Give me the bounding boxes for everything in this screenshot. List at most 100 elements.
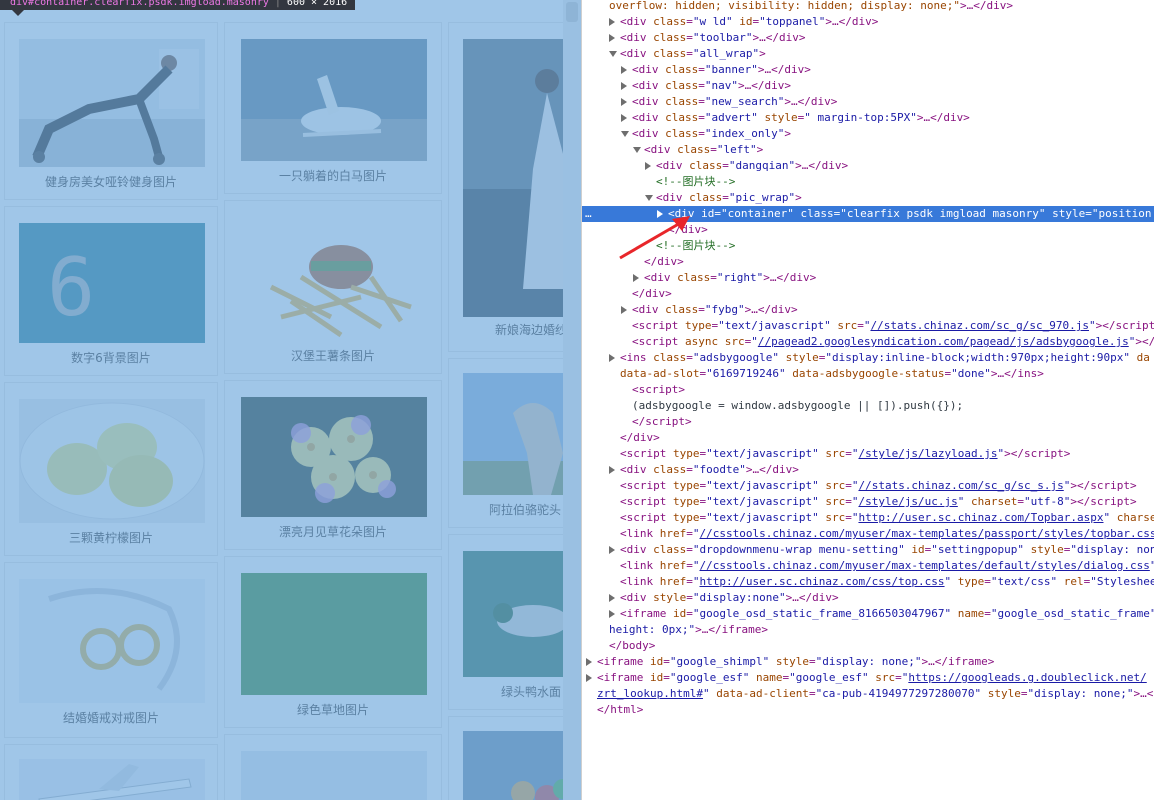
dom-node-line[interactable]: <div class="index_only"> bbox=[582, 126, 1154, 142]
dom-node-line[interactable]: data-ad-slot="6169719246" data-adsbygoog… bbox=[582, 366, 1154, 382]
expand-right-triangle-icon[interactable] bbox=[621, 66, 627, 74]
expand-right-triangle-icon[interactable] bbox=[609, 18, 615, 26]
dom-node-line[interactable]: <div class="foodte">…</div> bbox=[582, 462, 1154, 478]
dom-node-line[interactable]: <script type="text/javascript" src="//st… bbox=[582, 478, 1154, 494]
scrollbar-thumb[interactable] bbox=[566, 2, 578, 22]
image-card[interactable]: 绿头鸭水面 bbox=[448, 534, 578, 710]
card-caption[interactable]: 汉堡王薯条图片 bbox=[225, 347, 441, 364]
expand-right-triangle-icon[interactable] bbox=[609, 610, 615, 618]
dom-node-line[interactable]: </div> bbox=[582, 286, 1154, 302]
dom-node-line[interactable]: <link href="//csstools.chinaz.com/myuser… bbox=[582, 558, 1154, 574]
dom-node-line[interactable]: <iframe id="google_shimpl" style="displa… bbox=[582, 654, 1154, 670]
dom-node-line[interactable]: <script> bbox=[582, 382, 1154, 398]
card-image bbox=[241, 39, 427, 161]
card-image bbox=[19, 399, 205, 523]
card-caption[interactable]: 绿色草地图片 bbox=[225, 701, 441, 718]
dom-node-line[interactable]: <div class="w ld" id="toppanel">…</div> bbox=[582, 14, 1154, 30]
expand-right-triangle-icon[interactable] bbox=[609, 594, 615, 602]
expand-right-triangle-icon[interactable] bbox=[609, 466, 615, 474]
dom-node-line[interactable]: <div class="toolbar">…</div> bbox=[582, 30, 1154, 46]
expand-right-triangle-icon[interactable] bbox=[586, 658, 592, 666]
expand-right-triangle-icon[interactable] bbox=[609, 546, 615, 554]
dom-node-line[interactable]: </script> bbox=[582, 414, 1154, 430]
expand-right-triangle-icon[interactable] bbox=[621, 82, 627, 90]
dom-node-line[interactable]: <link href="http://user.sc.chinaz.com/cs… bbox=[582, 574, 1154, 590]
expand-right-triangle-icon[interactable] bbox=[657, 210, 663, 218]
expand-right-triangle-icon[interactable] bbox=[633, 274, 639, 282]
dom-node-line[interactable]: <div class="advert" style=" margin-top:5… bbox=[582, 110, 1154, 126]
image-card[interactable] bbox=[4, 744, 218, 800]
image-card[interactable]: 绿色草地图片 bbox=[224, 556, 442, 728]
dom-node-line[interactable]: height: 0px;">…</iframe> bbox=[582, 622, 1154, 638]
expand-right-triangle-icon[interactable] bbox=[621, 98, 627, 106]
dom-node-line[interactable]: zrt_lookup.html#" data-ad-client="ca-pub… bbox=[582, 686, 1154, 702]
image-card[interactable]: 结婚婚戒对戒图片 bbox=[4, 562, 218, 738]
image-card[interactable]: 三颗黄柠檬图片 bbox=[4, 382, 218, 556]
expand-right-triangle-icon[interactable] bbox=[621, 114, 627, 122]
card-caption[interactable]: 一只躺着的白马图片 bbox=[225, 167, 441, 184]
dom-node-line[interactable]: </html> bbox=[582, 702, 1154, 718]
dom-node-code: <div class="w ld" id="toppanel">…</div> bbox=[620, 15, 879, 28]
dom-node-code: zrt_lookup.html#" data-ad-client="ca-pub… bbox=[597, 687, 1154, 700]
card-caption[interactable]: 三颗黄柠檬图片 bbox=[5, 529, 217, 546]
card-caption[interactable]: 数字6背景图片 bbox=[5, 349, 217, 366]
expand-right-triangle-icon[interactable] bbox=[645, 162, 651, 170]
dom-node-line[interactable]: <div class="pic_wrap"> bbox=[582, 190, 1154, 206]
expand-right-triangle-icon[interactable] bbox=[609, 354, 615, 362]
dom-node-line[interactable]: <iframe id="google_esf" name="google_esf… bbox=[582, 670, 1154, 686]
dom-node-line[interactable]: overflow: hidden; visibility: hidden; di… bbox=[582, 0, 1154, 14]
image-card[interactable]: 汉堡王薯条图片 bbox=[224, 200, 442, 374]
dom-node-line[interactable]: <div class="fybg">…</div> bbox=[582, 302, 1154, 318]
image-card[interactable]: 健身房美女哑铃健身图片 bbox=[4, 22, 218, 200]
dom-node-line[interactable]: <!--图片块--> bbox=[582, 238, 1154, 254]
dom-node-line[interactable]: <div class="dropdownmenu-wrap menu-setti… bbox=[582, 542, 1154, 558]
dom-node-line[interactable]: <script async src="//pagead2.googlesyndi… bbox=[582, 334, 1154, 350]
dom-node-line[interactable]: <script type="text/javascript" src="http… bbox=[582, 510, 1154, 526]
dom-node-line[interactable]: <div style="display:none">…</div> bbox=[582, 590, 1154, 606]
dom-node-code: <iframe id="google_shimpl" style="displa… bbox=[597, 655, 995, 668]
dom-node-line[interactable]: </div> bbox=[582, 254, 1154, 270]
dom-node-line[interactable]: </body> bbox=[582, 638, 1154, 654]
dom-node-code: <script async src="//pagead2.googlesyndi… bbox=[632, 335, 1154, 348]
ellipsis-icon[interactable]: … bbox=[585, 206, 592, 222]
card-image bbox=[241, 397, 427, 517]
dom-node-line[interactable]: <ins class="adsbygoogle" style="display:… bbox=[582, 350, 1154, 366]
page-scrollbar[interactable] bbox=[563, 0, 581, 800]
devtools-elements-panel[interactable]: overflow: hidden; visibility: hidden; di… bbox=[581, 0, 1154, 800]
dom-node-line[interactable]: </div> bbox=[582, 222, 1154, 238]
expand-down-triangle-icon[interactable] bbox=[609, 51, 617, 57]
dom-node-line[interactable]: <div class="left"> bbox=[582, 142, 1154, 158]
card-image bbox=[19, 759, 205, 800]
dom-node-line[interactable]: <div class="dangqian">…</div> bbox=[582, 158, 1154, 174]
dom-node-line[interactable]: <script type="text/javascript" src="/sty… bbox=[582, 446, 1154, 462]
expand-right-triangle-icon[interactable] bbox=[621, 306, 627, 314]
expand-right-triangle-icon[interactable] bbox=[586, 674, 592, 682]
dom-node-line[interactable]: <!--图片块--> bbox=[582, 174, 1154, 190]
dom-node-line[interactable]: </div> bbox=[582, 430, 1154, 446]
card-caption[interactable]: 健身房美女哑铃健身图片 bbox=[5, 173, 217, 190]
image-card[interactable]: 阿拉伯骆驼头 bbox=[448, 358, 578, 528]
dom-node-line[interactable]: <iframe id="google_osd_static_frame_8166… bbox=[582, 606, 1154, 622]
card-caption[interactable]: 漂亮月见草花朵图片 bbox=[225, 523, 441, 540]
image-card[interactable]: 新娘海边婚纱 bbox=[448, 22, 578, 352]
dom-node-line[interactable]: <div class="banner">…</div> bbox=[582, 62, 1154, 78]
dom-node-line[interactable]: <script type="text/javascript" src="//st… bbox=[582, 318, 1154, 334]
card-caption[interactable]: 结婚婚戒对戒图片 bbox=[5, 709, 217, 726]
expand-right-triangle-icon[interactable] bbox=[609, 34, 615, 42]
image-card[interactable]: 6 数字6背景图片 bbox=[4, 206, 218, 376]
expand-down-triangle-icon[interactable] bbox=[645, 195, 653, 201]
dom-node-line[interactable]: (adsbygoogle = window.adsbygoogle || [])… bbox=[582, 398, 1154, 414]
dom-node-line[interactable]: <link href="//csstools.chinaz.com/myuser… bbox=[582, 526, 1154, 542]
image-card[interactable] bbox=[224, 734, 442, 800]
image-card[interactable] bbox=[448, 716, 578, 800]
dom-node-line[interactable]: <div class="nav">…</div> bbox=[582, 78, 1154, 94]
image-card[interactable]: 漂亮月见草花朵图片 bbox=[224, 380, 442, 550]
expand-down-triangle-icon[interactable] bbox=[621, 131, 629, 137]
image-card[interactable]: 一只躺着的白马图片 bbox=[224, 22, 442, 194]
dom-node-line[interactable]: <div class="all_wrap"> bbox=[582, 46, 1154, 62]
dom-node-line[interactable]: <div class="new_search">…</div> bbox=[582, 94, 1154, 110]
expand-down-triangle-icon[interactable] bbox=[633, 147, 641, 153]
dom-node-line[interactable]: <script type="text/javascript" src="/sty… bbox=[582, 494, 1154, 510]
selected-dom-node[interactable]: … <div id="container" class="clearfix psd… bbox=[582, 206, 1154, 222]
dom-node-line[interactable]: <div class="right">…</div> bbox=[582, 270, 1154, 286]
